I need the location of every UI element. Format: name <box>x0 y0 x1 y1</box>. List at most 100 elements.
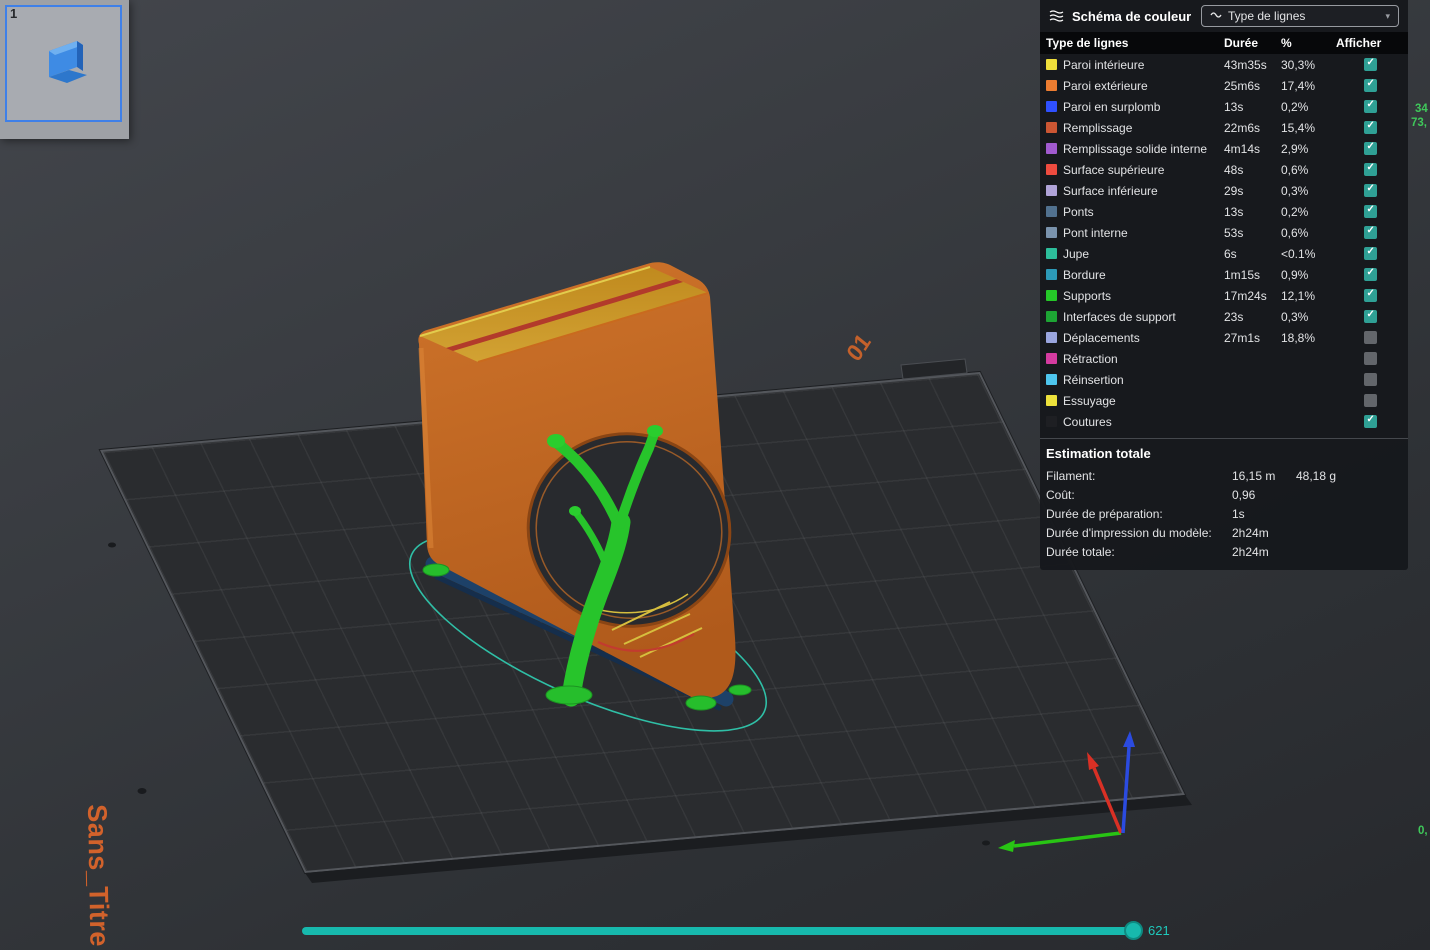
line-type-percent: 30,3% <box>1281 58 1316 72</box>
step-slider-track[interactable] <box>302 927 1138 935</box>
plate-title: Sans_Titre <box>82 804 115 948</box>
table-row: Paroi en surplomb 13s 0,2% <box>1040 96 1408 117</box>
line-type-label: Remplissage <box>1063 121 1133 135</box>
table-row: Paroi extérieure 25m6s 17,4% <box>1040 75 1408 96</box>
estimation-value: 16,15 m <box>1232 469 1276 483</box>
line-type-label: Remplissage solide interne <box>1063 142 1208 156</box>
line-type-percent: 0,3% <box>1281 184 1309 198</box>
show-checkbox[interactable] <box>1364 246 1377 260</box>
line-type-label: Surface inférieure <box>1063 184 1158 198</box>
show-checkbox[interactable] <box>1364 204 1377 218</box>
estimation-value: 1s <box>1232 507 1245 521</box>
line-type-duration: 13s <box>1224 100 1244 114</box>
show-checkbox[interactable] <box>1364 309 1377 323</box>
color-scheme-panel: Schéma de couleur Type de lignes ▾ Type … <box>1040 0 1408 570</box>
color-swatch <box>1046 122 1057 133</box>
line-type-percent: 18,8% <box>1281 331 1316 345</box>
line-type-label: Paroi intérieure <box>1063 58 1145 72</box>
color-swatch <box>1046 206 1057 217</box>
legend-table-header: Type de lignes Durée % Afficher <box>1040 32 1408 54</box>
plate-thumbnail[interactable]: 1 <box>0 0 129 139</box>
show-checkbox[interactable] <box>1364 331 1377 344</box>
color-swatch <box>1046 101 1057 112</box>
table-row: Rétraction <box>1040 348 1408 369</box>
estimation-row: Filament: 16,15 m 48,18 g <box>1040 467 1408 486</box>
show-checkbox[interactable] <box>1364 414 1377 428</box>
line-type-percent: 0,9% <box>1281 268 1309 282</box>
line-type-label: Interfaces de support <box>1063 310 1176 324</box>
line-type-label: Pont interne <box>1063 226 1128 240</box>
line-type-icon <box>1210 9 1222 23</box>
show-checkbox[interactable] <box>1364 183 1377 197</box>
step-slider-value: 621 <box>1148 923 1170 938</box>
plate-model-preview <box>49 41 87 83</box>
color-swatch <box>1046 332 1057 343</box>
line-type-label: Jupe <box>1063 247 1090 261</box>
color-swatch <box>1046 416 1057 427</box>
show-checkbox[interactable] <box>1364 141 1377 155</box>
table-row: Surface supérieure 48s 0,6% <box>1040 159 1408 180</box>
line-type-percent: 17,4% <box>1281 79 1316 93</box>
color-swatch <box>1046 59 1057 70</box>
line-type-percent: <0.1% <box>1281 247 1316 261</box>
estimation-label: Durée d'impression du modèle: <box>1046 526 1212 540</box>
line-type-label: Rétraction <box>1063 352 1118 366</box>
line-type-percent: 0,2% <box>1281 205 1309 219</box>
line-type-percent: 0,6% <box>1281 163 1309 177</box>
header-percent: % <box>1281 36 1292 50</box>
show-checkbox[interactable] <box>1364 373 1377 386</box>
line-type-label: Coutures <box>1063 415 1112 429</box>
step-slider-handle[interactable] <box>1124 921 1143 940</box>
estimation-label: Filament: <box>1046 469 1096 483</box>
line-type-percent: 12,1% <box>1281 289 1316 303</box>
header-type: Type de lignes <box>1046 36 1129 50</box>
table-row: Jupe 6s <0.1% <box>1040 243 1408 264</box>
line-type-label: Déplacements <box>1063 331 1140 345</box>
line-type-label: Supports <box>1063 289 1112 303</box>
table-row: Bordure 1m15s 0,9% <box>1040 264 1408 285</box>
layer-label-bottom: 0, <box>1418 825 1428 837</box>
panel-title-row: Schéma de couleur Type de lignes ▾ <box>1040 0 1408 32</box>
build-plate <box>100 371 1185 873</box>
color-swatch <box>1046 353 1057 364</box>
line-type-duration: 13s <box>1224 205 1244 219</box>
color-swatch <box>1046 374 1057 385</box>
chevron-down-icon: ▾ <box>1385 10 1390 21</box>
color-swatch <box>1046 164 1057 175</box>
line-type-percent: 0,6% <box>1281 226 1309 240</box>
line-type-percent: 2,9% <box>1281 142 1309 156</box>
line-type-percent: 0,2% <box>1281 100 1309 114</box>
table-row: Paroi intérieure 43m35s 30,3% <box>1040 54 1408 75</box>
table-row: Supports 17m24s 12,1% <box>1040 285 1408 306</box>
estimation-label: Durée totale: <box>1046 545 1115 559</box>
show-checkbox[interactable] <box>1364 162 1377 176</box>
color-scheme-waves-icon[interactable] <box>1049 10 1064 22</box>
line-type-duration: 23s <box>1224 310 1244 324</box>
color-swatch <box>1046 227 1057 238</box>
line-type-duration: 48s <box>1224 163 1244 177</box>
show-checkbox[interactable] <box>1364 225 1377 239</box>
show-checkbox[interactable] <box>1364 57 1377 71</box>
panel-title: Schéma de couleur <box>1072 8 1192 24</box>
show-checkbox[interactable] <box>1364 78 1377 92</box>
line-type-duration: 25m6s <box>1224 79 1261 93</box>
line-type-label: Réinsertion <box>1063 373 1124 387</box>
color-swatch <box>1046 311 1057 322</box>
estimation-value-2: 48,18 g <box>1296 469 1337 483</box>
show-checkbox[interactable] <box>1364 352 1377 365</box>
estimation-title: Estimation totale <box>1040 438 1408 467</box>
header-duration: Durée <box>1224 36 1259 50</box>
view-type-value: Type de lignes <box>1228 9 1306 23</box>
table-row: Remplissage 22m6s 15,4% <box>1040 117 1408 138</box>
line-type-percent: 15,4% <box>1281 121 1316 135</box>
show-checkbox[interactable] <box>1364 99 1377 113</box>
estimation-row: Coût: 0,96 <box>1040 486 1408 505</box>
estimation-row: Durée d'impression du modèle: 2h24m <box>1040 524 1408 543</box>
layer-slider-labels: 34 73, <box>1411 102 1430 130</box>
show-checkbox[interactable] <box>1364 288 1377 302</box>
view-type-dropdown[interactable]: Type de lignes ▾ <box>1201 5 1399 27</box>
show-checkbox[interactable] <box>1364 120 1377 134</box>
show-checkbox[interactable] <box>1364 267 1377 281</box>
line-type-duration: 4m14s <box>1224 142 1261 156</box>
show-checkbox[interactable] <box>1364 394 1377 407</box>
